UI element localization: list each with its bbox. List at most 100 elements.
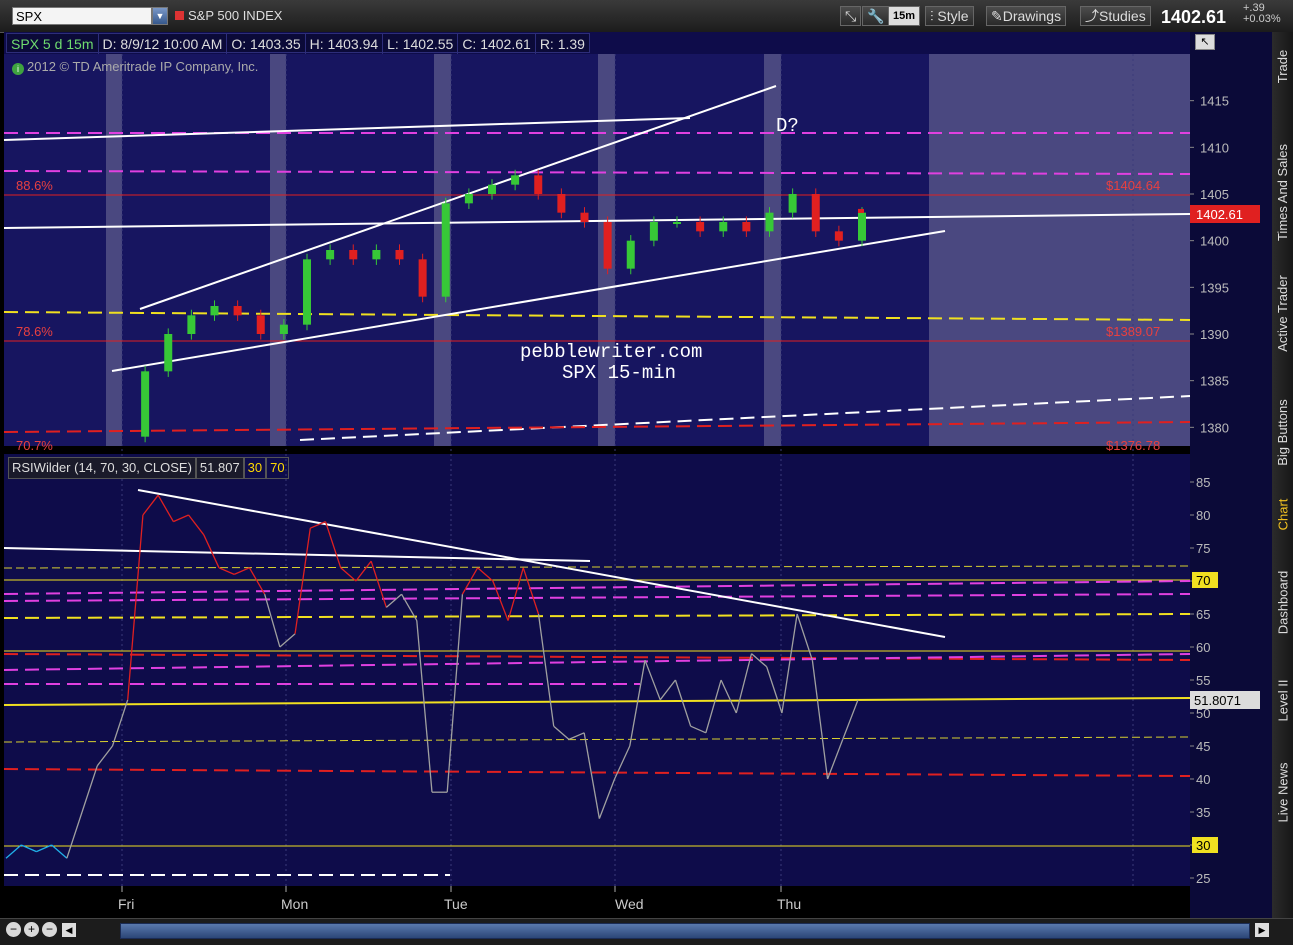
tab-trade[interactable]: Trade [1272, 36, 1293, 96]
fib-786-label: 78.6% [16, 324, 53, 339]
tab-times-and-sales[interactable]: Times And Sales [1272, 112, 1293, 272]
header-close: C: 1402.61 [458, 34, 536, 54]
tab-chart[interactable]: Chart [1272, 484, 1293, 544]
candle-body [279, 324, 288, 334]
zoom-out-icon[interactable]: − [6, 922, 21, 937]
tab-active-trader[interactable]: Active Trader [1272, 258, 1293, 368]
candle-body [858, 212, 866, 241]
candle-body [765, 212, 774, 232]
candle-body [372, 250, 381, 260]
price-tick-label: 1405 [1200, 187, 1229, 202]
fib-786-price: $1389.07 [1106, 324, 1160, 339]
candle-body [649, 222, 658, 241]
day-label: Mon [281, 896, 308, 912]
price-axis-ticks: 1415 1410 1405 1400 1395 1390 1385 1380 [1190, 94, 1229, 435]
fib-886-price: $1404.64 [1106, 178, 1160, 193]
tab-level-ii-label: Level II [1275, 679, 1291, 721]
rsi-tick-label: 25 [1196, 871, 1210, 886]
rsi-axis-ticks: 85807570656055504540353025 [1190, 475, 1210, 886]
price-tick-label: 1395 [1200, 280, 1229, 295]
candle-body [511, 175, 520, 185]
candle-body [696, 222, 705, 232]
fib-707-price: $1376.78 [1106, 438, 1160, 453]
session-shade [270, 54, 286, 446]
rsi-panel-bg [4, 478, 1190, 886]
header-symbol[interactable]: SPX 5 d 15m [7, 34, 99, 54]
chart-info-header: SPX 5 d 15m D: 8/9/12 10:00 AM O: 1403.35 H… [6, 33, 590, 54]
rsi-tick-label: 40 [1196, 772, 1210, 787]
header-range: R: 1.39 [539, 36, 585, 52]
candle-body [626, 240, 635, 269]
fib-707-label: 70.7% [16, 438, 53, 453]
site-annotation: pebblewriter.com [520, 341, 702, 363]
rsi-current-label: 51.8071 [1194, 693, 1241, 708]
x-axis-bg [4, 886, 1190, 918]
candle-body [326, 250, 335, 260]
rsi-tick-label: 80 [1196, 508, 1210, 523]
fib-886-label: 88.6% [16, 178, 53, 193]
scroll-left-icon[interactable]: ◀ [62, 923, 76, 937]
info-icon[interactable]: i [12, 63, 24, 75]
panel-divider[interactable] [4, 446, 1190, 454]
rsi-tick-label: 35 [1196, 805, 1210, 820]
candle-body [719, 222, 728, 232]
day-label: Fri [118, 896, 134, 912]
candle-body [811, 194, 820, 232]
price-tick-label: 1380 [1200, 420, 1229, 435]
candle-body [210, 306, 219, 316]
candle-body [256, 315, 265, 334]
tab-live-news[interactable]: Live News [1272, 752, 1293, 832]
price-tick-label: 1410 [1200, 140, 1229, 155]
rsi-level-70-label: 70 [266, 457, 289, 479]
rsi-tick-label: 60 [1196, 640, 1210, 655]
candle-body [742, 222, 751, 232]
day-label: Wed [615, 896, 644, 912]
tab-live-news-label: Live News [1275, 762, 1290, 822]
tab-dashboard[interactable]: Dashboard [1272, 557, 1293, 647]
candle-body [395, 250, 404, 260]
price-tick-label: 1400 [1200, 234, 1229, 249]
scroll-right-icon[interactable]: ▶ [1255, 923, 1269, 937]
minus-icon[interactable]: − [42, 922, 57, 937]
bottom-bar: − + − ◀ ▶ [0, 918, 1293, 945]
header-open: O: 1403.35 [227, 34, 306, 54]
copyright-text: 2012 © TD Ameritrade IP Company, Inc. [27, 59, 259, 74]
tab-times-and-sales-label: Times And Sales [1275, 143, 1290, 241]
candle-body [488, 184, 496, 194]
copyright: i 2012 © TD Ameritrade IP Company, Inc. [12, 59, 258, 75]
price-tick-label: 1415 [1200, 94, 1229, 109]
future-area [929, 54, 1190, 446]
rsi-tick-label: 45 [1196, 739, 1210, 754]
zoom-in-icon[interactable]: + [24, 922, 39, 937]
candle-body [603, 222, 612, 269]
candle-body [534, 175, 543, 194]
candle-body [788, 194, 797, 213]
day-label: Tue [444, 896, 468, 912]
horizontal-scrollbar[interactable] [120, 923, 1250, 939]
candle-body [441, 203, 450, 297]
candle-body [303, 259, 311, 325]
rsi-value: 51.807 [195, 457, 244, 479]
candle-body [464, 194, 473, 204]
candle-body [834, 231, 843, 241]
rsi-study-name[interactable]: RSIWilder (14, 70, 30, CLOSE) [8, 457, 196, 479]
header-high: H: 1403.94 [306, 34, 384, 54]
tab-trade-label: Trade [1275, 49, 1291, 83]
rsi-tick-label: 85 [1196, 475, 1210, 490]
rsi-tick-label: 65 [1196, 607, 1210, 622]
header-low: L: 1402.55 [383, 34, 459, 54]
price-tick-label: 1390 [1200, 327, 1229, 342]
candle-body [557, 194, 566, 213]
cursor-icon[interactable]: ↖ [1195, 34, 1215, 50]
tab-level-ii[interactable]: Level II [1272, 662, 1293, 738]
header-date: D: 8/9/12 10:00 AM [99, 34, 228, 54]
candle-body [349, 250, 358, 260]
session-shade [764, 54, 781, 446]
candle-body [164, 334, 173, 372]
last-candle [858, 208, 864, 213]
rsi-header: RSIWilder (14, 70, 30, CLOSE) 51.807 30 70 [8, 457, 289, 479]
rsi-tick-label: 55 [1196, 673, 1210, 688]
rsi-level-30-label: 30 [243, 457, 267, 479]
candle-body [418, 259, 427, 297]
tab-big-buttons[interactable]: Big Buttons [1272, 377, 1293, 487]
